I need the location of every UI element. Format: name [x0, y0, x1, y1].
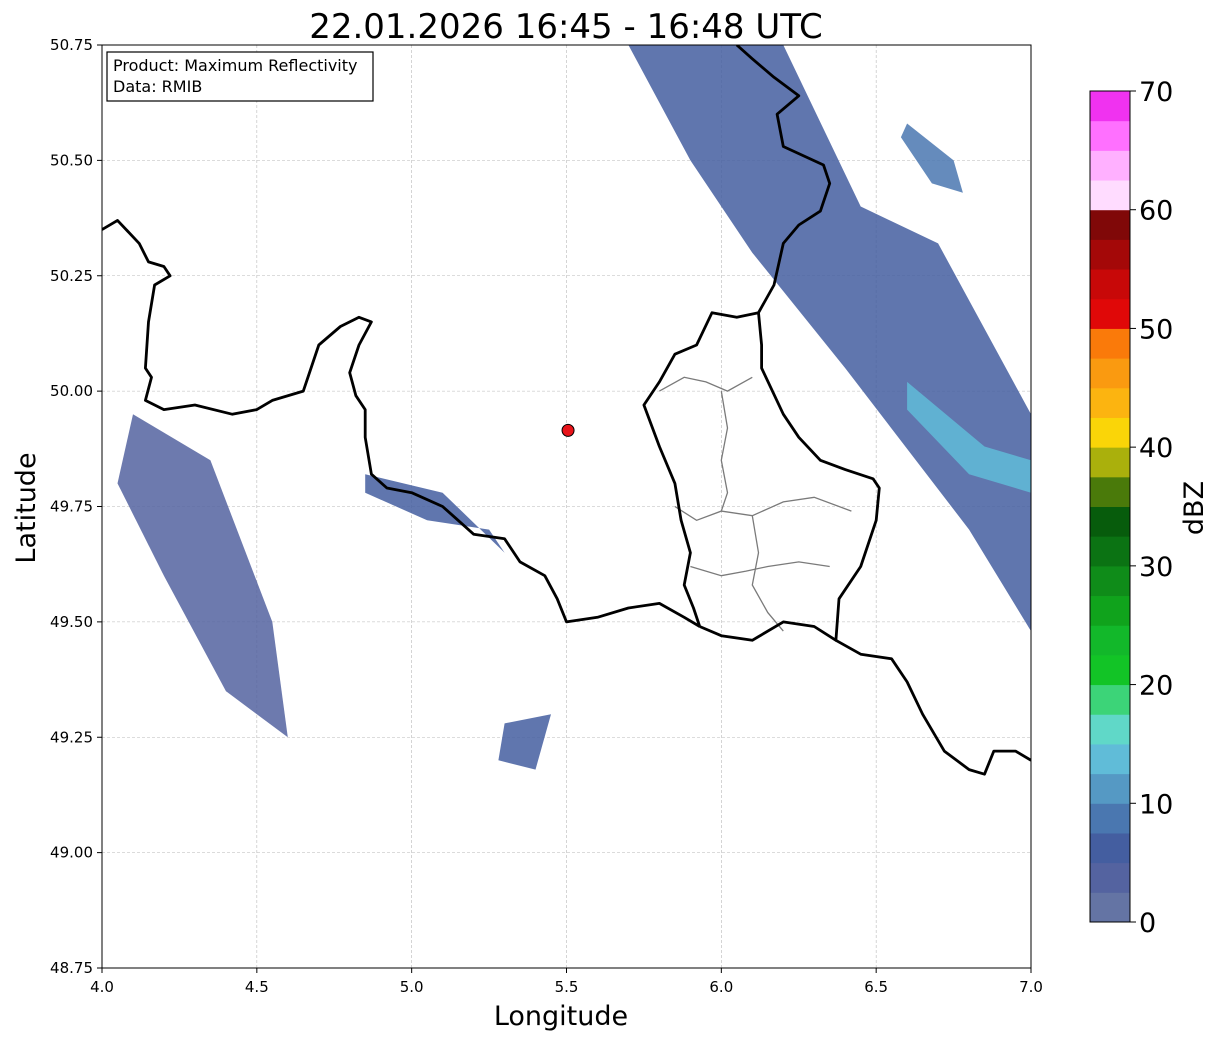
- colorbar-segment: [1090, 803, 1130, 834]
- colorbar-segment: [1090, 358, 1130, 389]
- colorbar-tick-label: 70: [1139, 77, 1173, 108]
- colorbar-segment: [1090, 91, 1130, 122]
- x-tick-label: 5.0: [400, 978, 424, 996]
- colorbar-segment: [1090, 328, 1130, 359]
- product-text: Product: Maximum Reflectivity: [113, 56, 357, 75]
- y-tick-label: 48.75: [50, 959, 93, 977]
- colorbar-segment: [1090, 536, 1130, 567]
- colorbar-segment: [1090, 476, 1130, 507]
- colorbar-segment: [1090, 150, 1130, 181]
- y-tick-label: 50.25: [50, 267, 93, 285]
- x-axis-label: Longitude: [494, 1001, 628, 1032]
- x-tick-label: 4.5: [245, 978, 269, 996]
- colorbar-segment: [1090, 773, 1130, 804]
- y-axis-label: Latitude: [11, 452, 42, 563]
- colorbar-segment: [1090, 862, 1130, 893]
- colorbar-tick-label: 60: [1139, 196, 1173, 227]
- radar-figure: 22.01.2026 16:45 - 16:48 UTC 4.0 4.5 5.0 5.…: [11, 7, 1210, 1032]
- y-tick-label: 49.50: [50, 613, 93, 631]
- colorbar-segment: [1090, 209, 1130, 240]
- colorbar-segment: [1090, 506, 1130, 537]
- colorbar: [1090, 91, 1130, 923]
- x-tick-label: 5.5: [555, 978, 579, 996]
- y-tick-label: 50.00: [50, 382, 93, 400]
- y-tick-label: 49.75: [50, 498, 93, 516]
- radar-site-marker: [561, 423, 575, 437]
- colorbar-segment: [1090, 239, 1130, 270]
- colorbar-segment: [1090, 565, 1130, 597]
- colorbar-segment: [1090, 832, 1130, 864]
- colorbar-ticks: 0 10 20 30 40 50 60 70: [1130, 77, 1173, 939]
- colorbar-segment: [1090, 120, 1130, 151]
- colorbar-segment: [1090, 417, 1130, 448]
- colorbar-segment: [1090, 743, 1130, 775]
- colorbar-segment: [1090, 684, 1130, 715]
- colorbar-segment: [1090, 714, 1130, 745]
- colorbar-tick-label: 50: [1139, 314, 1173, 345]
- data-source-text: Data: RMIB: [113, 77, 202, 96]
- colorbar-tick-label: 30: [1139, 552, 1173, 583]
- colorbar-segment: [1090, 269, 1130, 300]
- colorbar-segment: [1090, 595, 1130, 626]
- colorbar-tick-label: 0: [1139, 908, 1156, 939]
- colorbar-segment: [1090, 447, 1130, 478]
- radar-site-layer: [561, 423, 575, 437]
- x-tick-label: 6.5: [864, 978, 888, 996]
- colorbar-tick-label: 20: [1139, 671, 1173, 702]
- colorbar-segment: [1090, 654, 1130, 686]
- colorbar-tick-label: 40: [1139, 433, 1173, 464]
- y-tick-label: 50.75: [50, 36, 93, 54]
- colorbar-segment: [1090, 892, 1130, 923]
- colorbar-segment: [1090, 180, 1130, 211]
- colorbar-label: dBZ: [1179, 481, 1210, 535]
- colorbar-segment: [1090, 387, 1130, 418]
- colorbar-segment: [1090, 625, 1130, 656]
- y-tick-label: 49.00: [50, 844, 93, 862]
- colorbar-segment: [1090, 298, 1130, 329]
- x-tick-label: 6.0: [709, 978, 733, 996]
- chart-title: 22.01.2026 16:45 - 16:48 UTC: [309, 7, 823, 47]
- colorbar-tick-label: 10: [1139, 789, 1173, 820]
- x-tick-label: 4.0: [90, 978, 114, 996]
- y-tick-label: 49.25: [50, 728, 93, 746]
- x-tick-label: 7.0: [1019, 978, 1043, 996]
- y-tick-label: 50.50: [50, 151, 93, 169]
